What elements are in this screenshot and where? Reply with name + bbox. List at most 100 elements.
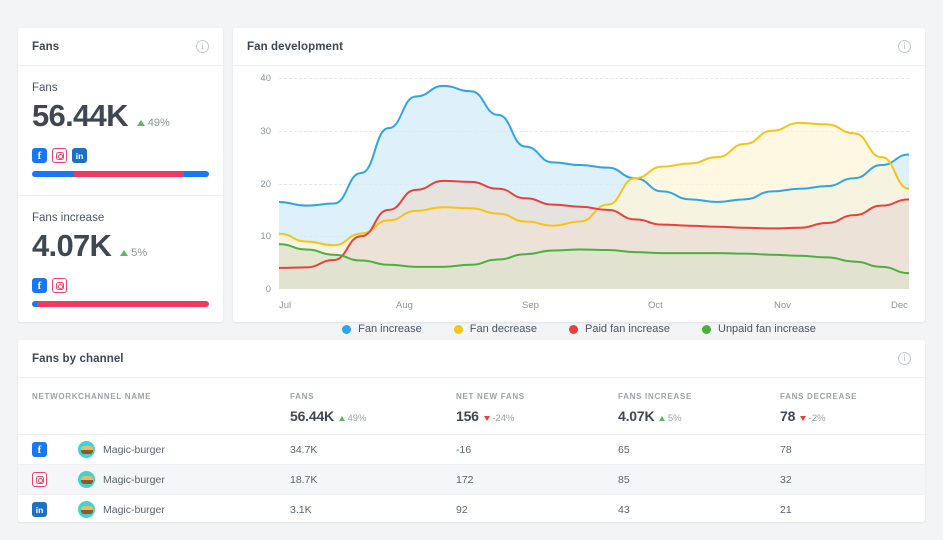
legend-item[interactable]: Paid fan increase	[569, 323, 670, 335]
x-axis-tick: Jul	[279, 300, 292, 311]
linkedin-icon[interactable]: in	[32, 502, 47, 517]
channel-icon-group: f in	[32, 148, 209, 163]
chart-card-header: Fan development i	[233, 28, 925, 66]
row-channel-cell: Magic-burger	[78, 441, 290, 458]
row-net-new-fans-cell: -16	[456, 443, 472, 456]
table-column-header[interactable]: FANS DECREASE 78 -2%	[780, 392, 911, 424]
row-network-cell: f	[32, 442, 78, 457]
legend-color-dot	[569, 324, 578, 334]
channel-name: Magic-burger	[103, 443, 165, 456]
x-axis-tick: Nov	[774, 300, 791, 311]
x-axis-tick: Sep	[522, 300, 539, 311]
table-row[interactable]: in Magic-burger 3.1K 92 43 21	[18, 494, 925, 524]
row-fans-cell: 34.7K	[290, 443, 318, 456]
channel-distribution-bar	[32, 171, 209, 177]
trend-up-icon	[659, 416, 666, 421]
legend-label: Unpaid fan increase	[718, 323, 816, 335]
legend-item[interactable]: Fan decrease	[453, 323, 537, 335]
row-fans-decrease-cell: 78	[780, 443, 792, 456]
trend-down-icon	[800, 416, 807, 421]
trend-up-icon	[338, 416, 345, 421]
legend-item[interactable]: Fan increase	[342, 323, 422, 335]
kpi-block: Fans 56.44K 49% f in	[18, 66, 223, 195]
column-summary-value: 4.07K	[618, 408, 655, 424]
chart-card-title: Fan development	[247, 40, 344, 53]
kpi-value: 56.44K	[32, 98, 128, 133]
row-fans-increase-cell: 85	[618, 473, 630, 486]
row-network-cell	[32, 472, 78, 487]
row-fans-increase-cell: 65	[618, 443, 630, 456]
chart-plot-area	[279, 78, 909, 289]
column-header-label: CHANNEL NAME	[78, 392, 152, 401]
column-summary-delta: 49%	[338, 413, 366, 424]
instagram-icon[interactable]	[52, 278, 67, 293]
column-summary-value: 78	[780, 408, 796, 424]
facebook-icon[interactable]: f	[32, 278, 47, 293]
avatar	[78, 441, 95, 458]
linkedin-icon[interactable]: in	[72, 148, 87, 163]
kpi-delta: 5%	[120, 247, 147, 259]
row-fans-decrease-cell: 32	[780, 473, 792, 486]
column-summary-value: 56.44K	[290, 408, 334, 424]
fans-by-channel-card: Fans by channel i NETWORK CHANNEL NAME FAN…	[18, 340, 925, 522]
column-summary: 78 -2%	[780, 408, 911, 424]
table-row[interactable]: f Magic-burger 34.7K -16 65 78	[18, 434, 925, 464]
legend-color-dot	[342, 324, 352, 334]
column-summary: 156 -24%	[456, 408, 618, 424]
table-column-header[interactable]: NETWORK	[32, 392, 78, 401]
x-axis-tick: Aug	[396, 300, 413, 311]
row-net-new-fans-cell: 172	[456, 473, 474, 486]
fans-summary-card: Fans i Fans 56.44K 49% f in Fans increase 4.07…	[18, 28, 223, 322]
x-axis-tick: Oct	[648, 300, 663, 311]
row-channel-cell: Magic-burger	[78, 471, 290, 488]
legend-item[interactable]: Unpaid fan increase	[702, 323, 816, 335]
row-fans-decrease-cell: 21	[780, 503, 792, 516]
table-column-header[interactable]: NET NEW FANS 156 -24%	[456, 392, 618, 424]
bar-segment	[74, 171, 185, 177]
avatar	[78, 501, 95, 518]
instagram-icon[interactable]	[32, 472, 47, 487]
row-network-cell: in	[32, 502, 78, 517]
row-fans-cell: 18.7K	[290, 473, 318, 486]
avatar	[78, 471, 95, 488]
facebook-icon[interactable]: f	[32, 442, 47, 457]
chart-legend: Fan increase Fan decrease Paid fan increas…	[233, 321, 925, 335]
kpi-label: Fans	[32, 82, 58, 94]
fans-card-header: Fans i	[18, 28, 223, 66]
column-summary: 4.07K 5%	[618, 408, 780, 424]
info-icon[interactable]: i	[898, 40, 911, 53]
table-column-header[interactable]: CHANNEL NAME	[78, 392, 290, 401]
y-axis-tick: 20	[260, 178, 271, 190]
table-card-title: Fans by channel	[32, 352, 124, 365]
column-header-label: NET NEW FANS	[456, 392, 525, 401]
table-column-header[interactable]: FANS INCREASE 4.07K 5%	[618, 392, 780, 424]
trend-up-icon	[120, 250, 129, 256]
y-axis-tick: 30	[260, 125, 271, 137]
y-axis-tick: 10	[260, 231, 271, 243]
column-summary-value: 156	[456, 408, 479, 424]
column-header-label: FANS INCREASE	[618, 392, 692, 401]
column-summary-delta: 5%	[659, 413, 682, 424]
kpi-value-row: 4.07K 5%	[32, 228, 209, 264]
x-axis-tick: Dec	[891, 300, 908, 311]
channel-icon-group: f	[32, 278, 209, 293]
facebook-icon[interactable]: f	[32, 148, 47, 163]
column-header-label: FANS DECREASE	[780, 392, 858, 401]
legend-color-dot	[453, 324, 463, 334]
table-header-row: NETWORK CHANNEL NAME FANS 56.44K 49% NET NEW …	[18, 378, 925, 434]
fan-development-card: Fan development i 0 10 20 30 40 Jul Aug Sep Oct…	[233, 28, 925, 335]
info-icon[interactable]: i	[196, 40, 209, 53]
chart-svg	[279, 84, 909, 289]
instagram-icon[interactable]	[52, 148, 67, 163]
bar-segment	[32, 171, 75, 177]
row-net-new-fans-cell: 92	[456, 503, 468, 516]
row-channel-cell: Magic-burger	[78, 501, 290, 518]
info-icon[interactable]: i	[898, 352, 911, 365]
table-row[interactable]: Magic-burger 18.7K 172 85 32	[18, 464, 925, 494]
chart-body: 0 10 20 30 40 Jul Aug Sep Oct Nov Dec	[233, 66, 925, 321]
channel-name: Magic-burger	[103, 473, 165, 486]
kpi-value: 4.07K	[32, 228, 112, 263]
legend-label: Fan increase	[358, 323, 422, 335]
table-column-header[interactable]: FANS 56.44K 49%	[290, 392, 456, 424]
row-fans-cell: 3.1K	[290, 503, 312, 516]
